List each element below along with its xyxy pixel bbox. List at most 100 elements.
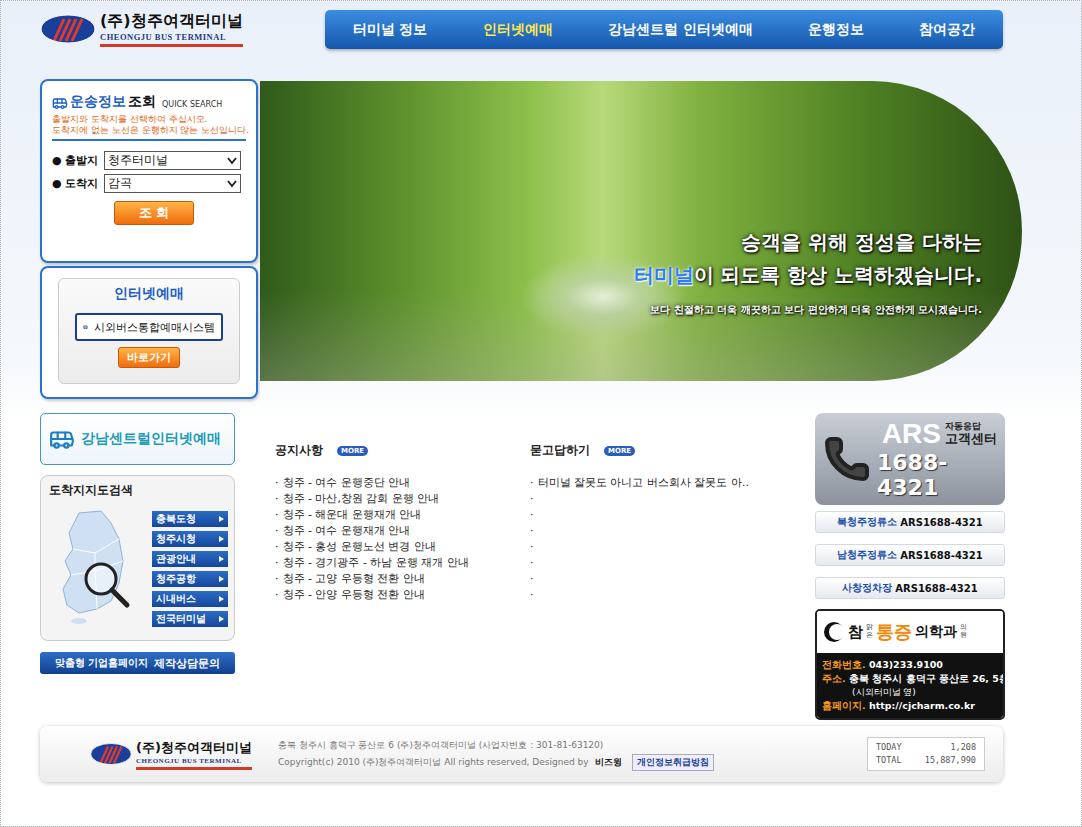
korea-map-icon: [49, 509, 149, 627]
list: ·터미널 잘못도 아니고 버스회사 잘못도 아..·······: [530, 475, 815, 603]
nav-item[interactable]: 인터넷예매: [483, 21, 553, 39]
bullet: ·: [275, 555, 279, 571]
counter-row: TODAY1,208: [876, 741, 976, 754]
nav-item[interactable]: 강남센트럴 인터넷예매: [608, 21, 753, 39]
booking-system[interactable]: 시외버스통합예매시스템: [75, 313, 223, 341]
quick-search: 운송정보조회QUICK SEARCH출발지와 도착지를 선택하여 주십시오.도착…: [40, 79, 258, 263]
field-row: ● 도착지감곡: [52, 174, 246, 193]
logo[interactable]: (주)청주여객터미널CHEONGJU BUS TERMINAL: [90, 732, 252, 776]
main-nav: 터미널 정보 인터넷예매 강남센트럴 인터넷예매 운행정보 참여공간: [325, 10, 1003, 49]
more-button[interactable]: MORE: [604, 446, 635, 456]
header: (주)청주여객터미널CHEONGJU BUS TERMINAL 터미널 정보 인터넷…: [40, 7, 1081, 79]
phone-icon: [823, 435, 871, 483]
lower-row: 강남센트럴인터넷예매도착지지도검색충북도청청주시청관광안내청주공항시내버스전국터…: [40, 413, 1081, 721]
logo[interactable]: (주)청주여객터미널CHEONGJU BUS TERMINAL: [40, 7, 260, 51]
bullet: ·: [275, 507, 279, 523]
main-row: 운송정보조회QUICK SEARCH출발지와 도착지를 선택하여 주십시오.도착…: [40, 79, 1081, 399]
promo-banner[interactable]: 맞춤형 기업홈페이지제작상담문의: [40, 652, 235, 674]
arrow-icon: [219, 576, 224, 582]
stop-row[interactable]: 남청주정류소ARS1688-4321: [815, 544, 1005, 566]
stop-row[interactable]: 사창정차장ARS1688-4321: [815, 577, 1005, 599]
list-item[interactable]: ·청주 - 마산,창원 감회 운행 안내: [275, 491, 530, 507]
logo-icon: [90, 742, 132, 766]
bullet: ·: [275, 475, 279, 491]
map-link[interactable]: 시내버스: [152, 591, 228, 607]
list-title: 공지사항: [275, 442, 323, 459]
select[interactable]: 청주터미널: [104, 151, 241, 170]
list-header: 공지사항 MORE: [275, 442, 530, 459]
chevron-icon: [227, 180, 237, 188]
booking-panel: 인터넷예매시외버스통합예매시스템바로가기: [58, 278, 240, 384]
search-button[interactable]: 조 회: [114, 201, 194, 225]
map-body: 충북도청청주시청관광안내청주공항시내버스전국터미널: [49, 509, 228, 627]
go-button[interactable]: 바로가기: [118, 347, 180, 368]
stop-row[interactable]: 북청주정류소ARS1688-4321: [815, 511, 1005, 533]
clinic-info-line: 주소. 충북 청주시 흥덕구 풍산로 26, 5층: [822, 672, 998, 685]
footer-copyright: Copyright(c) 2010 (주)청주여객터미널 All rights …: [278, 756, 622, 769]
map-search: 도착지지도검색충북도청청주시청관광안내청주공항시내버스전국터미널: [40, 475, 235, 641]
clinic-info: 전화번호. 043)233.9100주소. 충북 청주시 흥덕구 풍산로 26,…: [817, 653, 1003, 718]
nav-item[interactable]: 터미널 정보: [353, 21, 428, 39]
visit-counter: TODAY1,208TOTAL15,887,990: [867, 737, 985, 771]
hero-banner: 승객을 위해 정성을 다하는터미널이 되도록 항상 노력하겠습니다.보다 친절하…: [260, 81, 1022, 381]
crescent-icon: [823, 621, 845, 643]
list-item[interactable]: ·: [530, 587, 815, 603]
clinic-ad[interactable]: 참맑은통증의학과의원전화번호. 043)233.9100주소. 충북 청주시 흥…: [815, 609, 1005, 720]
list-item[interactable]: ·: [530, 571, 815, 587]
list-item[interactable]: ·: [530, 523, 815, 539]
list: ·청주 - 여수 운행중단 안내·청주 - 마산,창원 감회 운행 안내·청주 …: [275, 475, 530, 603]
list-item[interactable]: ·: [530, 539, 815, 555]
map-link[interactable]: 청주공항: [152, 571, 228, 587]
hero-line: 승객을 위해 정성을 다하는: [741, 229, 982, 256]
map-link[interactable]: 충북도청: [152, 511, 228, 527]
arrow-icon: [219, 516, 224, 522]
map-link[interactable]: 청주시청: [152, 531, 228, 547]
field-label: ● 도착지: [52, 176, 104, 191]
footer-text: 충북 청주시 흥덕구 풍산로 6 (주)청주여객터미널 (사업자번호 : 301…: [278, 739, 622, 769]
list-item[interactable]: ·청주 - 안양 우등형 전환 안내: [275, 587, 530, 603]
ars-label: ARS: [882, 418, 941, 450]
bullet: ·: [530, 571, 534, 587]
arrow-icon: [219, 596, 224, 602]
ars-center: ARS자동응답고객센터1688-4321: [815, 413, 1005, 505]
clinic-logo: 참맑은통증의학과의원: [817, 611, 1003, 653]
clinic-info-note: (시외터미널 옆): [822, 686, 998, 698]
list-item[interactable]: ·청주 - 여수 운행재개 안내: [275, 523, 530, 539]
quick-search-title: 운송정보조회QUICK SEARCH: [52, 93, 246, 111]
bullet: ·: [275, 571, 279, 587]
map-link[interactable]: 관광안내: [152, 551, 228, 567]
qna-section: 묻고답하기MORE·터미널 잘못도 아니고 버스회사 잘못도 아..······…: [530, 413, 815, 721]
field-label: ● 출발지: [52, 153, 104, 168]
ars-number: 1688-4321: [877, 450, 997, 500]
bullet: ·: [275, 539, 279, 555]
divider: [52, 139, 246, 141]
list-item[interactable]: ·청주 - 홍성 운행노선 변경 안내: [275, 539, 530, 555]
gangnam-booking-button[interactable]: 강남센트럴인터넷예매: [40, 413, 235, 465]
bullet: ·: [530, 507, 534, 523]
logo-sub: CHEONGJU BUS TERMINAL: [100, 32, 243, 42]
nav-item[interactable]: 운행정보: [808, 21, 864, 39]
bullet: ·: [530, 587, 534, 603]
more-button[interactable]: MORE: [337, 446, 368, 456]
map-link[interactable]: 전국터미널: [152, 611, 228, 627]
right-column: ARS자동응답고객센터1688-4321북청주정류소ARS1688-4321남청…: [815, 413, 1005, 721]
map-links: 충북도청청주시청관광안내청주공항시내버스전국터미널: [152, 511, 228, 627]
list-item[interactable]: ·청주 - 해운대 운행재개 안내: [275, 507, 530, 523]
logo-sub: CHEONGJU BUS TERMINAL: [136, 757, 252, 765]
list-item[interactable]: ·청주 - 경기광주 - 하남 운행 재개 안내: [275, 555, 530, 571]
arrow-icon: [219, 556, 224, 562]
bus-icon: [83, 318, 88, 336]
clinic-info-line: 홈페이지. http://cjcharm.co.kr: [822, 699, 998, 712]
select[interactable]: 감곡: [104, 174, 241, 193]
privacy-link[interactable]: 개인정보취급방침: [632, 754, 714, 771]
list-item[interactable]: ·터미널 잘못도 아니고 버스회사 잘못도 아..: [530, 475, 815, 491]
list-item[interactable]: ·: [530, 507, 815, 523]
nav-item[interactable]: 참여공간: [919, 21, 975, 39]
ars-tag: 자동응답: [945, 422, 981, 431]
list-item[interactable]: ·: [530, 491, 815, 507]
list-item[interactable]: ·청주 - 고양 우등형 전환 안내: [275, 571, 530, 587]
list-item[interactable]: ·청주 - 여수 운행중단 안내: [275, 475, 530, 491]
page: (주)청주여객터미널CHEONGJU BUS TERMINAL 터미널 정보 인터넷…: [0, 0, 1082, 827]
clinic-info-line: 전화번호. 043)233.9100: [822, 658, 998, 671]
list-item[interactable]: ·: [530, 555, 815, 571]
